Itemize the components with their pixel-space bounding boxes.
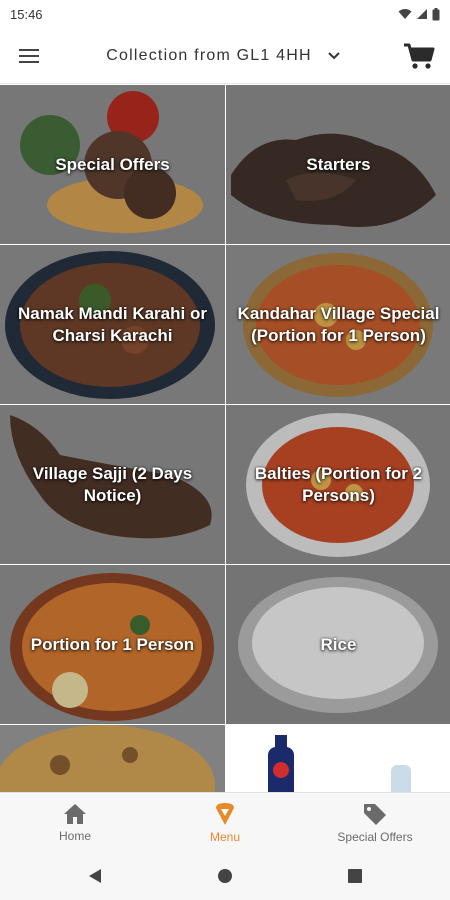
category-tile-namak-mandi-karahi[interactable]: Namak Mandi Karahi or Charsi Karachi xyxy=(0,245,225,404)
nav-special-offers[interactable]: Special Offers xyxy=(300,793,450,852)
category-label: Rice xyxy=(320,634,357,654)
nav-menu-label: Menu xyxy=(209,829,241,844)
hamburger-icon xyxy=(19,48,39,63)
category-grid: Special Offers Starters Namak Mandi Kara… xyxy=(0,85,450,792)
category-tile-kandahar-village-special[interactable]: Kandahar Village Special (Portion for 1 … xyxy=(226,245,450,404)
category-tile-starters[interactable]: Starters xyxy=(226,85,450,244)
nav-menu[interactable]: Menu xyxy=(150,793,300,852)
system-home-button[interactable] xyxy=(210,861,240,891)
home-circle-icon xyxy=(218,869,232,883)
nav-special-offers-label: Special Offers xyxy=(337,829,413,844)
chevron-down-icon xyxy=(328,51,340,59)
location-text: Collection from GL1 4HH xyxy=(106,46,312,64)
status-icons xyxy=(398,7,440,21)
status-bar: 15:46 xyxy=(0,0,450,28)
category-tile-portion-for-1-person[interactable]: Portion for 1 Person xyxy=(0,565,225,724)
location-dropdown[interactable]: Collection from GL1 4HH xyxy=(58,47,388,65)
system-back-button[interactable] xyxy=(80,861,110,891)
app-bar: Collection from GL1 4HH xyxy=(0,28,450,84)
system-recents-button[interactable] xyxy=(340,861,370,891)
status-time: 15:46 xyxy=(10,6,43,22)
bottom-navigation: Home Menu Special Offers xyxy=(0,792,450,852)
cart-button[interactable] xyxy=(388,28,450,84)
system-navigation xyxy=(0,852,450,900)
category-tile-village-sajji[interactable]: Village Sajji (2 Days Notice) xyxy=(0,405,225,564)
tag-icon xyxy=(364,803,386,825)
category-tile-special-offers[interactable]: Special Offers xyxy=(0,85,225,244)
recents-icon xyxy=(348,869,362,883)
category-tile-bread[interactable] xyxy=(0,725,225,792)
hamburger-menu-button[interactable] xyxy=(0,28,58,84)
battery-icon xyxy=(432,7,440,20)
category-label: Starters xyxy=(306,154,371,174)
menu-pin-icon xyxy=(216,802,234,825)
cart-icon xyxy=(404,43,435,69)
category-label: Special Offers xyxy=(55,154,170,174)
tile-overlay xyxy=(0,725,225,792)
category-tile-balties[interactable]: Balties (Portion for 2 Persons) xyxy=(226,405,450,564)
category-label: Portion for 1 Person xyxy=(30,634,195,654)
back-icon xyxy=(89,869,101,883)
category-label: Balties (Portion for 2 Persons) xyxy=(254,463,423,505)
nav-home-label: Home xyxy=(58,828,91,843)
category-label: Kandahar Village Special (Portion for 1 … xyxy=(237,303,440,345)
signal-icon xyxy=(417,9,427,19)
nav-home[interactable]: Home xyxy=(0,793,150,852)
category-tile-drinks[interactable] xyxy=(226,725,450,792)
home-icon xyxy=(64,803,86,824)
tile-overlay xyxy=(226,725,450,792)
wifi-icon xyxy=(398,9,412,19)
category-label: Village Sajji (2 Days Notice) xyxy=(32,463,193,505)
category-label: Namak Mandi Karahi or Charsi Karachi xyxy=(18,303,207,345)
category-tile-rice[interactable]: Rice xyxy=(226,565,450,724)
